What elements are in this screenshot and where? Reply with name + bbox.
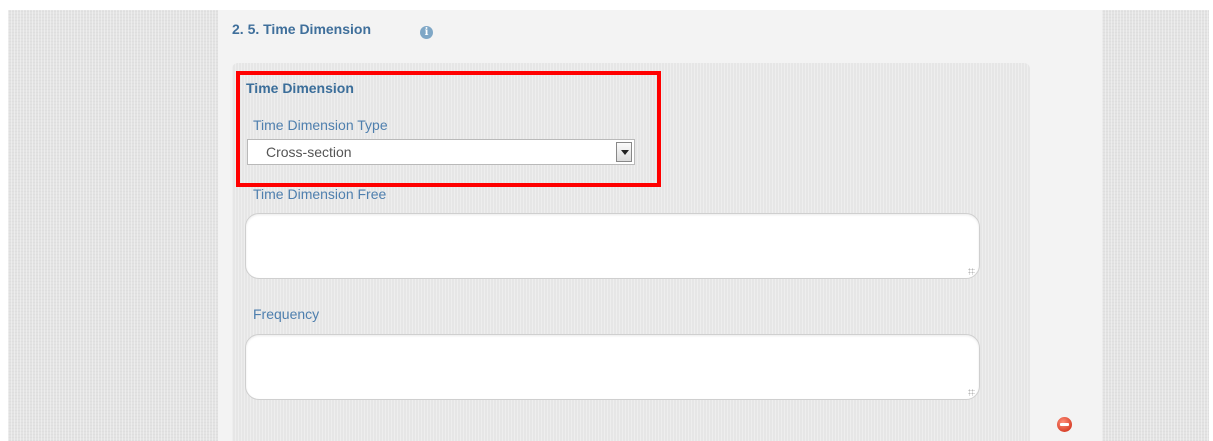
frequency-textarea[interactable] (245, 334, 980, 400)
frequency-label: Frequency (253, 306, 320, 322)
info-icon[interactable]: i (420, 26, 433, 39)
resize-grip-icon[interactable] (968, 389, 975, 396)
time-dimension-free-label: Time Dimension Free (253, 186, 387, 202)
remove-icon[interactable] (1057, 417, 1072, 432)
resize-grip-icon[interactable] (968, 268, 975, 275)
page-background-left (8, 10, 218, 441)
time-dimension-free-textarea[interactable] (245, 213, 980, 279)
highlight-box (236, 71, 661, 187)
section-title: 2. 5. Time Dimension (232, 21, 372, 37)
page-background-right (1102, 10, 1209, 441)
